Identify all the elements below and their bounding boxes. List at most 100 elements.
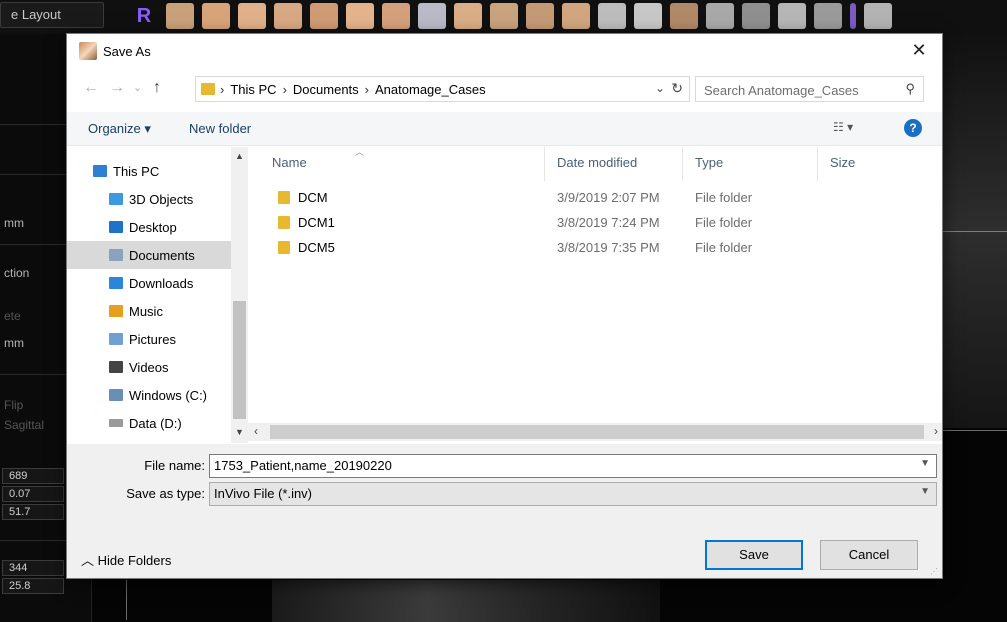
scroll-up-icon[interactable]: ▲ <box>235 151 244 161</box>
chevron-down-icon[interactable]: ▼ <box>920 486 930 497</box>
resize-grip-icon[interactable]: ⋰ <box>930 567 938 576</box>
nav-item-desktop[interactable]: Desktop <box>67 213 231 241</box>
column-header-name[interactable]: Name <box>272 155 307 170</box>
file-name-field[interactable]: 1753_Patient,name_20190220 ▼ <box>209 454 937 478</box>
column-header-date[interactable]: Date modified <box>557 155 637 170</box>
nav-item-data-d[interactable]: Data (D:) <box>67 409 231 437</box>
layout-button[interactable]: e Layout <box>0 2 104 28</box>
up-arrow-icon[interactable]: ↑ <box>153 79 161 97</box>
file-row[interactable]: DCM 3/9/2019 2:07 PM File folder <box>268 187 928 209</box>
column-header-type[interactable]: Type <box>695 155 723 170</box>
scroll-down-icon[interactable]: ▼ <box>235 427 244 437</box>
breadcrumb-anatomage-cases[interactable]: Anatomage_Cases <box>375 82 486 97</box>
tool-icon[interactable] <box>850 3 856 29</box>
hide-folders-label: Hide Folders <box>97 553 172 568</box>
column-header-size[interactable]: Size <box>830 155 855 170</box>
tool-icon[interactable] <box>706 3 734 29</box>
sidebar-value-field[interactable]: 51.7 <box>2 504 64 520</box>
tool-icon[interactable] <box>778 3 806 29</box>
tool-icon[interactable] <box>598 3 626 29</box>
search-icon[interactable]: ⚲ <box>905 81 915 97</box>
sidebar-label: Flip <box>4 398 24 412</box>
tool-icon[interactable] <box>864 3 892 29</box>
column-divider[interactable] <box>682 147 683 181</box>
tool-icon[interactable] <box>346 3 374 29</box>
refresh-icon[interactable]: ↻ <box>671 80 683 97</box>
file-name-value[interactable]: 1753_Patient,name_20190220 <box>214 458 392 473</box>
sidebar-value-field[interactable]: 344 <box>2 560 64 576</box>
recent-locations-icon[interactable]: ⌄ <box>133 81 142 94</box>
save-type-label: Save as type: <box>126 486 205 501</box>
nav-item-documents[interactable]: Documents <box>67 241 231 269</box>
search-input[interactable] <box>704 81 894 99</box>
nav-pane-scrollbar[interactable]: ▲ ▼ <box>231 147 248 443</box>
nav-item-downloads[interactable]: Downloads <box>67 269 231 297</box>
breadcrumb-this-pc[interactable]: This PC <box>230 82 276 97</box>
scroll-right-icon[interactable]: › <box>934 424 938 438</box>
sidebar-label: ete <box>4 309 21 323</box>
view-options-icon[interactable]: ☷ ▾ <box>833 120 853 134</box>
save-button[interactable]: Save <box>705 540 803 570</box>
tool-icon[interactable] <box>166 3 194 29</box>
save-type-select[interactable]: InVivo File (*.inv) ▼ <box>209 482 937 506</box>
scrollbar-thumb[interactable] <box>233 301 246 419</box>
tool-icon[interactable] <box>274 3 302 29</box>
nav-item-pictures[interactable]: Pictures <box>67 325 231 353</box>
chevron-down-icon[interactable]: ⌄ <box>655 81 665 95</box>
file-list-horizontal-scrollbar[interactable]: ‹ › <box>248 423 942 441</box>
sidebar-label: Sagittal <box>4 418 45 432</box>
tool-icon[interactable] <box>670 3 698 29</box>
tool-icon[interactable] <box>562 3 590 29</box>
nav-item-label: Videos <box>129 359 169 375</box>
scrollbar-thumb[interactable] <box>270 425 924 439</box>
new-folder-button[interactable]: New folder <box>189 121 251 136</box>
column-divider[interactable] <box>544 147 545 181</box>
sidebar-label: ction <box>4 266 30 280</box>
nav-item-this-pc[interactable]: This PC <box>67 157 231 185</box>
nav-item-3d-objects[interactable]: 3D Objects <box>67 185 231 213</box>
organize-button[interactable]: Organize ▾ <box>88 121 151 137</box>
close-button[interactable]: ✕ <box>896 34 942 68</box>
tool-icon[interactable] <box>202 3 230 29</box>
file-row[interactable]: DCM1 3/8/2019 7:24 PM File folder <box>268 212 928 234</box>
tool-icon[interactable] <box>382 3 410 29</box>
tool-icon[interactable] <box>634 3 662 29</box>
nav-item-label: Windows (C:) <box>129 387 208 403</box>
scroll-left-icon[interactable]: ‹ <box>254 424 258 438</box>
help-icon[interactable]: ? <box>904 119 922 137</box>
scan-view-bottom <box>272 580 660 622</box>
tool-icon[interactable] <box>742 3 770 29</box>
tool-icon[interactable] <box>814 3 842 29</box>
app-icon <box>79 42 97 60</box>
breadcrumb-separator: › <box>282 82 287 97</box>
nav-item-music[interactable]: Music <box>67 297 231 325</box>
sort-caret-icon: ︿ <box>355 147 365 157</box>
cancel-button[interactable]: Cancel <box>820 540 918 570</box>
tool-icon[interactable] <box>418 3 446 29</box>
nav-item-videos[interactable]: Videos <box>67 353 231 381</box>
forward-arrow-icon[interactable]: → <box>109 79 125 97</box>
breadcrumb-documents[interactable]: Documents <box>293 82 359 97</box>
sidebar-value-field[interactable]: 25.8 <box>2 578 64 594</box>
sidebar-value-field[interactable]: 689 <box>2 468 64 484</box>
file-name: DCM5 <box>298 240 335 255</box>
nav-item-windows-c[interactable]: Windows (C:) <box>67 381 231 409</box>
tool-icon[interactable] <box>454 3 482 29</box>
tool-icon[interactable] <box>238 3 266 29</box>
column-divider[interactable] <box>817 147 818 181</box>
drive-icon <box>109 389 123 401</box>
search-box[interactable]: ⚲ <box>695 76 924 102</box>
folder-icon <box>278 216 290 229</box>
chevron-down-icon[interactable]: ▼ <box>920 458 930 469</box>
tool-icon[interactable] <box>490 3 518 29</box>
tool-icon[interactable] <box>526 3 554 29</box>
r-tool-icon[interactable]: R <box>130 3 158 29</box>
sidebar-value-field[interactable]: 0.07 <box>2 486 64 502</box>
music-icon <box>109 305 123 317</box>
tool-icon[interactable] <box>310 3 338 29</box>
file-row[interactable]: DCM5 3/8/2019 7:35 PM File folder <box>268 237 928 259</box>
hide-folders-toggle[interactable]: ︿ Hide Folders <box>81 550 171 569</box>
back-arrow-icon[interactable]: ← <box>83 79 99 97</box>
dialog-titlebar[interactable]: Save As ✕ <box>67 34 942 68</box>
address-bar[interactable]: › This PC › Documents › Anatomage_Cases … <box>195 76 690 102</box>
